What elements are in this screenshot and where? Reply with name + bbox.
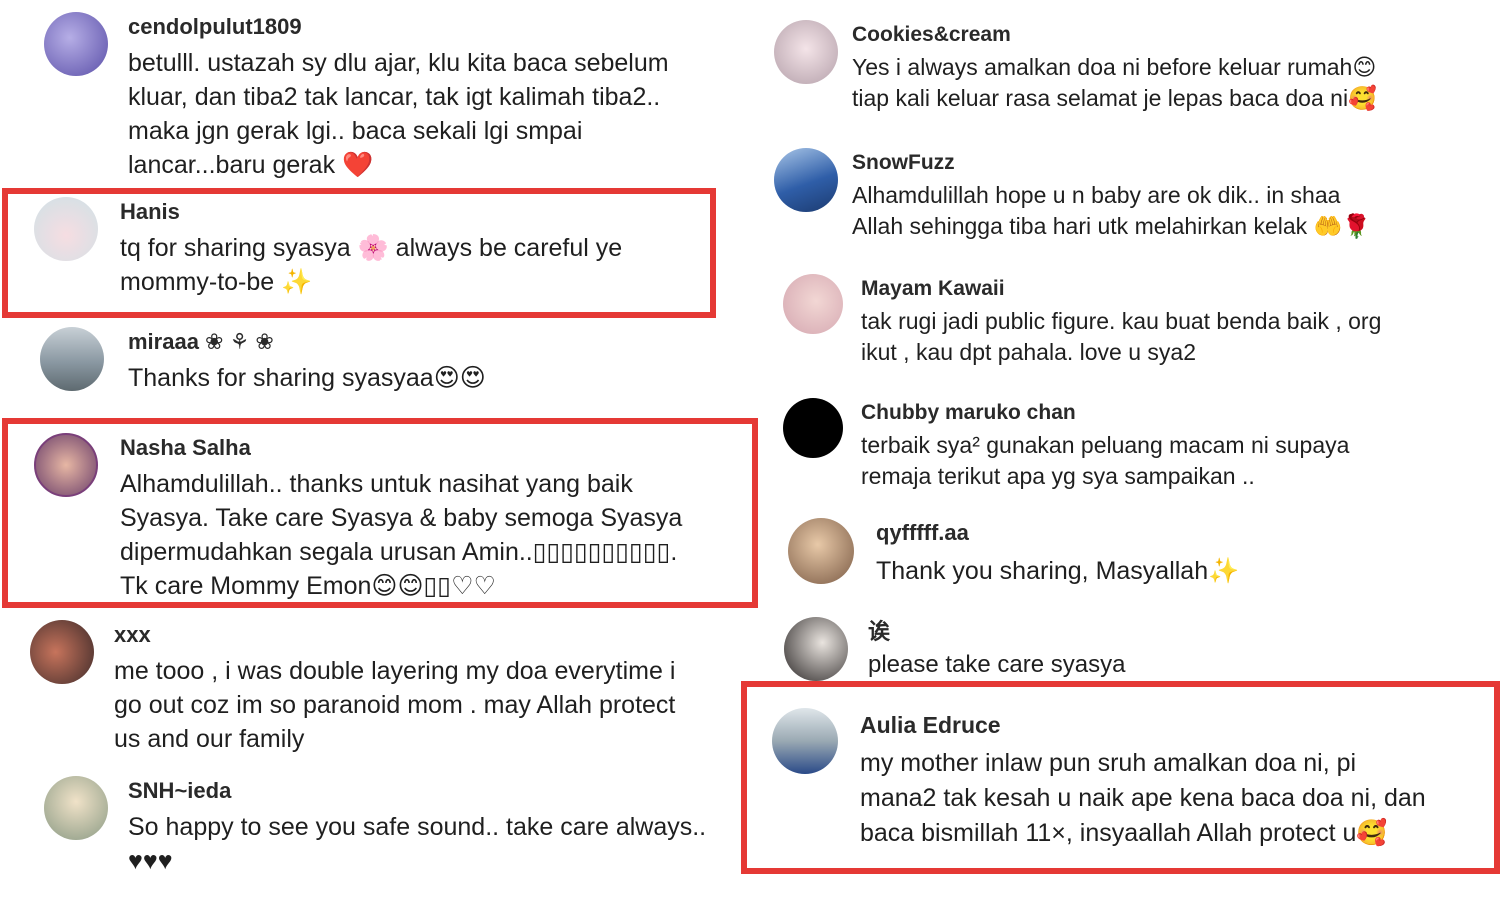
comment-item: Aulia Edruce my mother inlaw pun sruh am… [772,708,1487,858]
comment-item: SnowFuzz Alhamdulillah hope u n baby are… [774,148,1474,248]
comment-username[interactable]: miraaa ❀ ⚘ ❀ [128,327,274,357]
avatar[interactable] [34,197,98,261]
avatar[interactable] [784,617,848,681]
comment-text: Yes i always amalkan doa ni before kelua… [852,54,1377,111]
avatar[interactable] [40,327,104,391]
comment-username[interactable]: xxx [114,620,151,650]
comment-item: cendolpulut1809 betulll. ustazah sy dlu … [44,12,744,187]
comment-item: xxx me tooo , i was double layering my d… [30,620,740,760]
avatar[interactable] [34,433,98,497]
comment-text: Alhamdulillah.. thanks untuk nasihat yan… [120,470,683,600]
comment-username[interactable]: SnowFuzz [852,148,955,178]
comment-text: my mother inlaw pun sruh amalkan doa ni,… [860,749,1426,847]
comment-username[interactable]: Mayam Kawaii [861,274,1005,304]
comment-text: tak rugi jadi public figure. kau buat be… [861,308,1382,365]
avatar[interactable] [44,12,108,76]
comment-username[interactable]: SNH~ieda [128,776,231,806]
comment-text: Alhamdulillah hope u n baby are ok dik..… [852,182,1371,239]
avatar[interactable] [30,620,94,684]
avatar[interactable] [44,776,108,840]
comment-text: Thank you sharing, Masyallah✨ [876,557,1240,585]
comment-username[interactable]: Nasha Salha [120,433,251,463]
comment-item: Chubby maruko chan terbaik sya² gunakan … [783,398,1473,498]
comment-username[interactable]: Aulia Edruce [860,710,1001,740]
avatar[interactable] [788,518,854,584]
comment-username[interactable]: qyfffff.aa [876,518,969,548]
comment-item: qyfffff.aa Thank you sharing, Masyallah✨ [788,518,1478,598]
avatar[interactable] [772,708,838,774]
comment-text: tq for sharing syasya 🌸 always be carefu… [120,234,623,296]
avatar[interactable] [774,148,838,212]
comment-text: So happy to see you safe sound.. take ca… [128,813,707,875]
comment-item: miraaa ❀ ⚘ ❀ Thanks for sharing syasyaa😍… [40,327,720,407]
comment-item: 诶 please take care syasya [784,617,1474,683]
comment-text: Thanks for sharing syasyaa😍😍 [128,364,486,392]
avatar[interactable] [774,20,838,84]
comment-username[interactable]: cendolpulut1809 [128,12,302,42]
comment-username[interactable]: 诶 [868,617,890,647]
avatar[interactable] [783,398,843,458]
avatar[interactable] [783,274,843,334]
comment-item: Mayam Kawaii tak rugi jadi public figure… [783,274,1473,374]
comment-item: Cookies&cream Yes i always amalkan doa n… [774,20,1474,120]
comment-text: terbaik sya² gunakan peluang macam ni su… [861,432,1350,489]
comment-text: please take care syasya [868,651,1126,678]
comment-item: Nasha Salha Alhamdulillah.. thanks untuk… [34,433,744,600]
comment-username[interactable]: Cookies&cream [852,20,1011,50]
comment-text: betulll. ustazah sy dlu ajar, klu kita b… [128,49,669,179]
comment-username[interactable]: Chubby maruko chan [861,398,1076,428]
comment-item: SNH~ieda So happy to see you safe sound.… [44,776,744,886]
comment-text: me tooo , i was double layering my doa e… [114,657,676,753]
comment-username[interactable]: Hanis [120,197,180,227]
comments-collage: cendolpulut1809 betulll. ustazah sy dlu … [0,0,1500,900]
comment-item: Hanis tq for sharing syasya 🌸 always be … [34,197,714,307]
